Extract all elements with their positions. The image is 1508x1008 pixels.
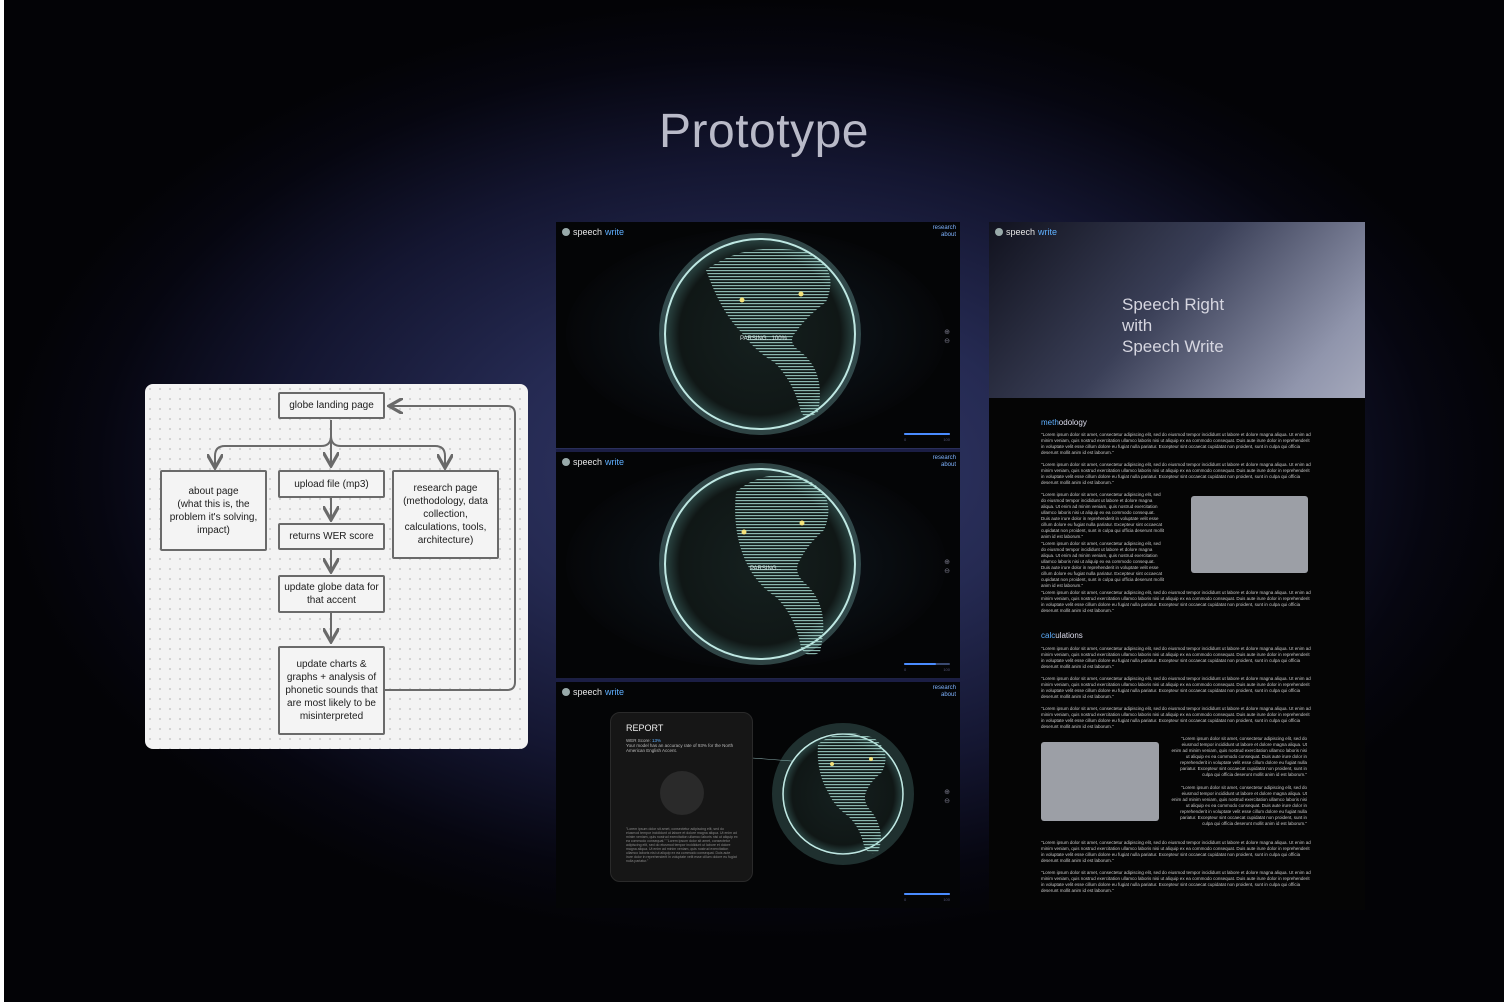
page-title: Prototype	[659, 105, 869, 158]
top-nav: research about	[933, 685, 956, 699]
presentation-slide: Prototype globe landing page about page …	[4, 0, 1504, 1002]
methodology-paragraph-2: "Lorem ipsum dolor sit amet, consectetur…	[1041, 462, 1311, 485]
nav-about-link[interactable]: about	[933, 232, 956, 239]
node-about-page: about page (what this is, the problem it…	[160, 470, 267, 551]
screen-research-page: Speech Right with Speech Write speech wri…	[989, 222, 1365, 910]
node-update-charts: update charts & graphs + analysis of pho…	[278, 646, 385, 735]
zoom-controls-icon[interactable]: ⊕ ⊖	[944, 328, 950, 346]
screen-globe-parsing-complete: speech write research about PARSING...100%…	[556, 222, 960, 448]
screen-report: speech write research about REPORT WER Sco…	[556, 682, 960, 908]
research-hero: Speech Right with Speech Write	[989, 222, 1365, 398]
brand-logo[interactable]: speech write	[562, 687, 624, 697]
nav-research-link[interactable]: research	[933, 225, 956, 232]
nav-research-link[interactable]: research	[933, 455, 956, 462]
brand-logo[interactable]: speech write	[995, 227, 1057, 237]
flowchart-panel: globe landing page about page (what this…	[145, 384, 528, 749]
methodology-chart-thumbnail	[1191, 496, 1308, 573]
node-returns-wer-score: returns WER score	[278, 523, 385, 550]
upload-progress: 0 100	[904, 433, 950, 442]
calculations-paragraph-2: "Lorem ipsum dolor sit amet, consectetur…	[1041, 676, 1311, 699]
report-pie-chart	[660, 771, 704, 815]
methodology-paragraph-1: "Lorem ipsum dolor sit amet, consectetur…	[1041, 432, 1311, 455]
brand-logo[interactable]: speech write	[562, 457, 624, 467]
upload-progress: 0 100	[904, 663, 950, 672]
calculations-paragraph-6: "Lorem ipsum dolor sit amet, consectetur…	[1041, 840, 1311, 863]
calculations-chart-thumbnail	[1041, 742, 1159, 821]
nav-about-link[interactable]: about	[933, 692, 956, 699]
nav-about-link[interactable]: about	[933, 462, 956, 469]
nav-research-link[interactable]: research	[933, 685, 956, 692]
zoom-controls-icon[interactable]: ⊕ ⊖	[944, 558, 950, 576]
logo-icon	[562, 688, 570, 696]
brand-logo[interactable]: speech write	[562, 227, 624, 237]
top-nav: research about	[933, 455, 956, 469]
zoom-controls-icon[interactable]: ⊕ ⊖	[944, 788, 950, 806]
node-globe-landing-page: globe landing page	[278, 392, 385, 419]
calculations-paragraph-1: "Lorem ipsum dolor sit amet, consectetur…	[1041, 646, 1311, 669]
upload-progress: 0 100	[904, 893, 950, 902]
methodology-paragraph-3: "Lorem ipsum dolor sit amet, consectetur…	[1041, 492, 1164, 539]
report-title: REPORT	[626, 723, 664, 733]
globe-visual	[566, 229, 946, 439]
calculations-paragraph-7: "Lorem ipsum dolor sit amet, consectetur…	[1041, 870, 1311, 893]
methodology-paragraph-5: "Lorem ipsum dolor sit amet, consectetur…	[1041, 590, 1311, 613]
section-title-methodology: methodology	[1041, 418, 1087, 427]
hero-title: Speech Right with Speech Write	[1122, 295, 1225, 356]
report-wer: WER Score: 13% Your model has an accurac…	[626, 738, 734, 753]
logo-icon	[562, 228, 570, 236]
calculations-paragraph-5: "Lorem ipsum dolor sit amet, consectetur…	[1171, 785, 1307, 826]
top-nav: research about	[933, 225, 956, 239]
section-title-calculations: calculations	[1041, 631, 1083, 640]
report-card: REPORT WER Score: 13% Your model has an …	[610, 712, 753, 882]
globe-visual	[566, 459, 946, 669]
parsing-status: PARSING...100%	[740, 336, 787, 342]
parsing-status: PARSING...	[750, 566, 782, 572]
logo-icon	[562, 458, 570, 466]
node-research-page: research page (methodology, data collect…	[392, 470, 499, 559]
report-body-text: "Lorem ipsum dolor sit amet, consectetur…	[626, 827, 738, 863]
node-update-globe-data: update globe data for that accent	[278, 575, 385, 613]
calculations-paragraph-3: "Lorem ipsum dolor sit amet, consectetur…	[1041, 706, 1311, 729]
screen-globe-parsing: speech write research about PARSING... ⊕ ⊖ …	[556, 452, 960, 678]
calculations-paragraph-4: "Lorem ipsum dolor sit amet, consectetur…	[1171, 736, 1307, 777]
node-upload-file: upload file (mp3)	[278, 470, 385, 498]
methodology-paragraph-4: "Lorem ipsum dolor sit amet, consectetur…	[1041, 541, 1164, 588]
logo-icon	[995, 228, 1003, 236]
